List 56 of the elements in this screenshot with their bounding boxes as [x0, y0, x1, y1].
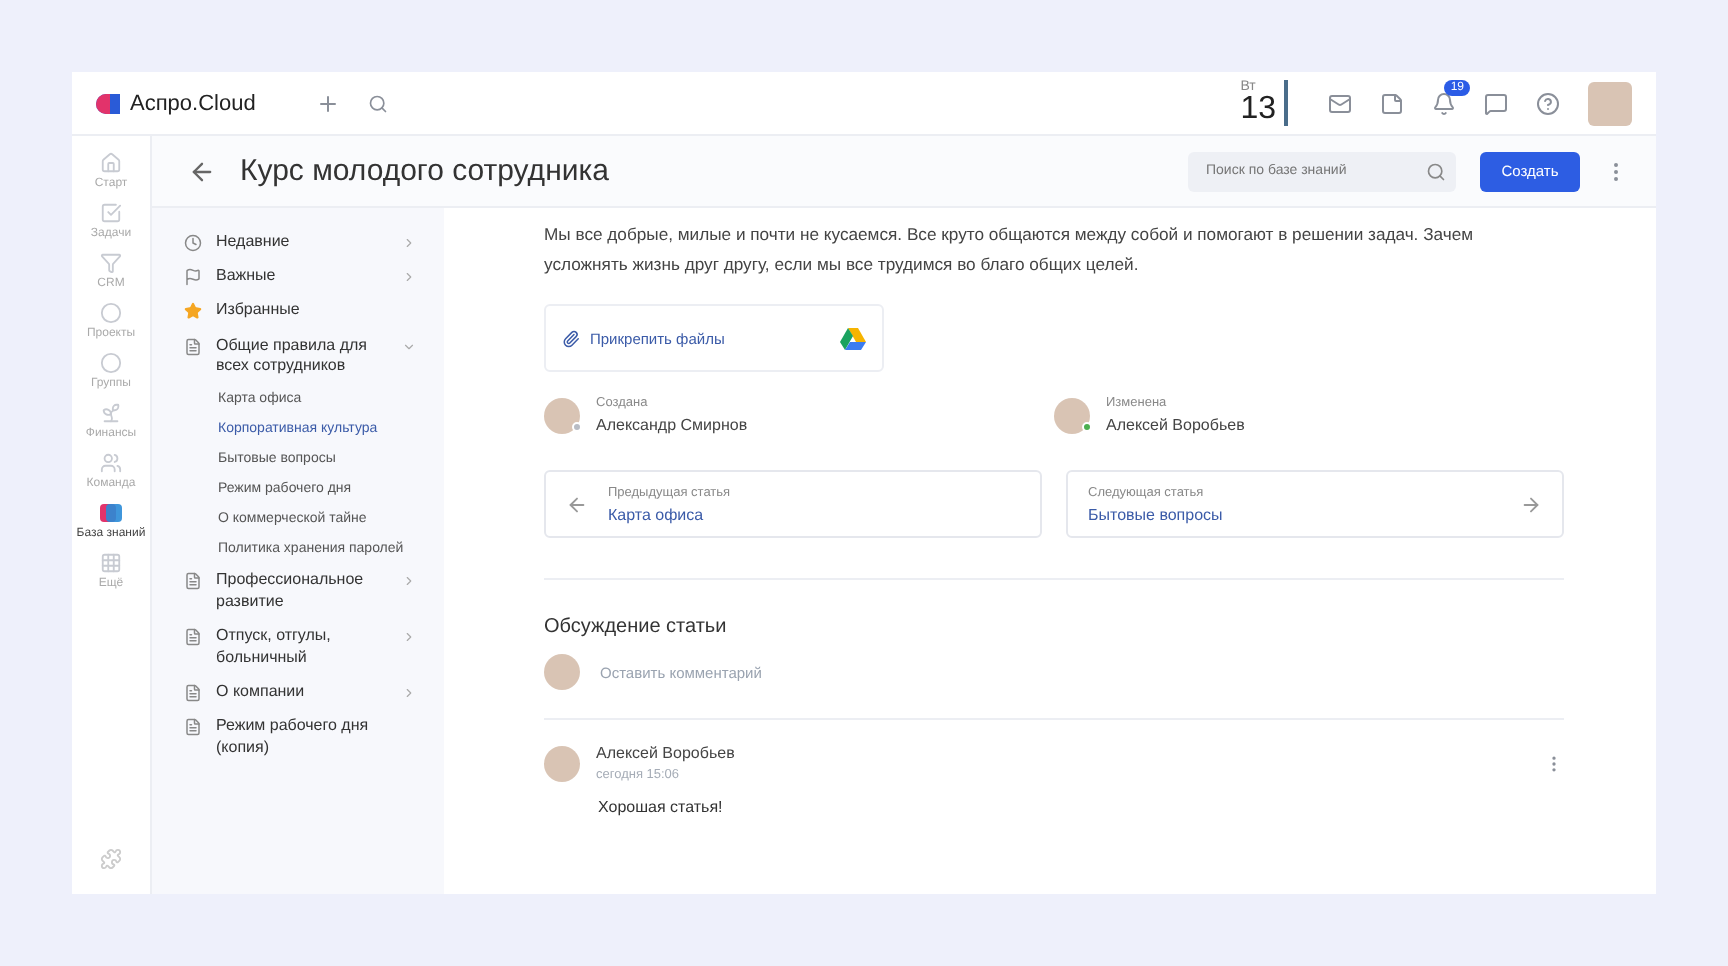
arrow-right-icon [1520, 493, 1542, 516]
note-icon[interactable] [1380, 91, 1404, 115]
page-title: Курс молодого сотрудника [240, 154, 611, 188]
tree-item[interactable]: Важные [216, 265, 388, 287]
comment-author: Алексей Воробьев [596, 744, 737, 763]
help-icon[interactable] [1536, 91, 1560, 115]
chevron-icon[interactable] [402, 630, 416, 645]
drive-icon[interactable] [840, 327, 866, 350]
tree-item[interactable]: Отпуск, отгулы, больничный [216, 626, 388, 669]
chevron-icon[interactable] [402, 574, 416, 589]
tree-item[interactable]: Профессиональное развитие [216, 570, 388, 613]
chevron-icon[interactable] [402, 686, 416, 701]
tree-item[interactable]: Избранные [216, 300, 416, 322]
grid-icon [100, 552, 122, 574]
app-logo: Аспро.Cloud [130, 91, 256, 115]
comment-text: Хорошая статья! [598, 798, 725, 817]
clock-icon [184, 233, 202, 251]
search-icon[interactable] [367, 93, 388, 113]
sprout-icon [100, 402, 122, 424]
article-text: Мы все добрые, милые и почти не кусаемся. Все круто общаются между собой и помогают в решении задач. Зачем усложнять жизнь друг другу, если мы все трудимся во благо общих целей. [544, 222, 1476, 279]
tree-item[interactable]: Недавние [216, 231, 388, 252]
circle-icon [100, 352, 122, 374]
home-icon [100, 152, 122, 174]
tree-item[interactable]: О компании [216, 682, 388, 703]
user-avatar[interactable] [1588, 81, 1632, 125]
knowledge-base-icon [100, 502, 122, 524]
paperclip-icon [562, 329, 580, 348]
tree-item[interactable]: Режим рабочего дня (копия) [216, 716, 416, 759]
mail-icon[interactable] [1328, 91, 1352, 115]
tree-item[interactable]: Общие правила для всех сотрудников [216, 335, 388, 377]
people-icon [100, 452, 122, 474]
chat-icon[interactable] [1484, 91, 1508, 115]
checkbox-icon [100, 202, 122, 224]
document-icon [184, 684, 202, 703]
flag-icon [184, 267, 202, 286]
circle-icon [100, 302, 122, 324]
document-icon [184, 572, 202, 591]
document-icon [184, 628, 202, 647]
chevron-icon[interactable] [402, 269, 416, 284]
date-number: 13 [1240, 94, 1276, 126]
document-icon [184, 718, 202, 737]
add-icon[interactable] [315, 91, 340, 115]
search-icon[interactable] [1426, 161, 1446, 181]
author-name: Александр Смирнов [596, 416, 748, 435]
document-icon [184, 337, 202, 356]
chevron-icon[interactable] [402, 235, 416, 249]
discussion-title: Обсуждение статьи [544, 616, 729, 639]
filter-icon [100, 252, 122, 274]
star-icon [184, 302, 202, 321]
arrow-left-icon [566, 493, 588, 516]
bell-icon[interactable] [1432, 91, 1456, 115]
chevron-icon[interactable] [402, 339, 416, 354]
comment-avatar [544, 745, 580, 782]
logo-icon [96, 93, 120, 113]
user-avatar [544, 654, 580, 691]
author-name: Алексей Воробьев [1106, 416, 1245, 435]
